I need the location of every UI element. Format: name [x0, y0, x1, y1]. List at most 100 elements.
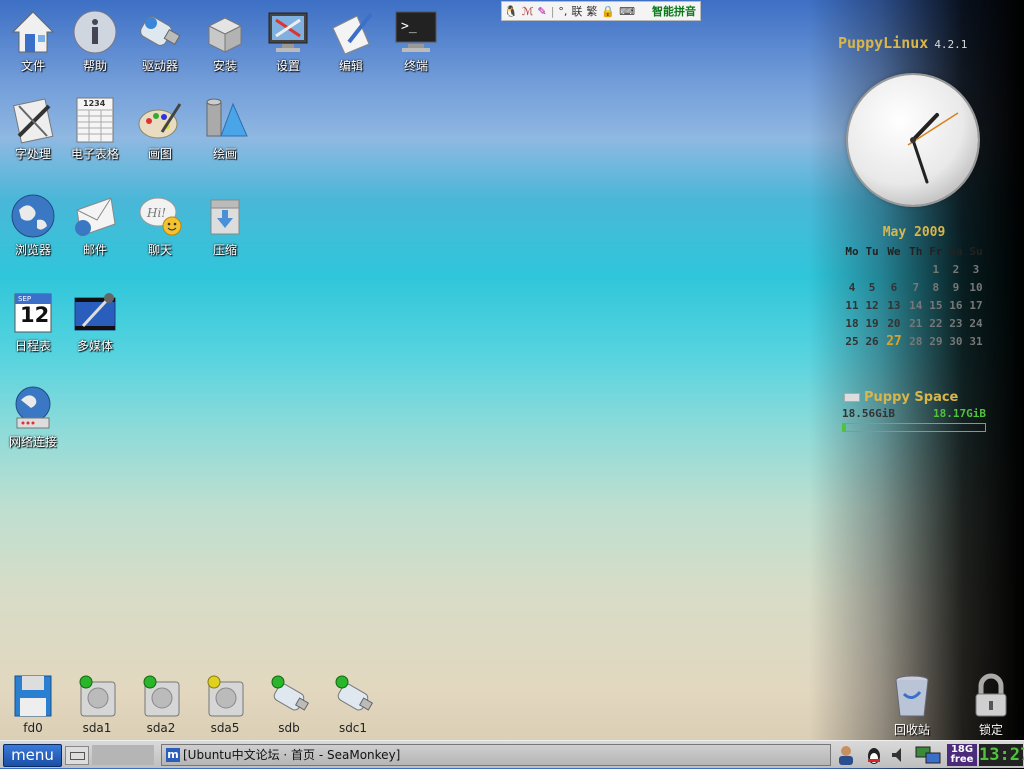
show-desktop-button[interactable] — [65, 746, 89, 765]
weekday: Su — [969, 244, 983, 258]
desktop-icon-file[interactable]: 文件 — [0, 8, 66, 74]
system-tray: 18G free 13:27 — [834, 743, 1024, 767]
svg-text:Hi!: Hi! — [146, 206, 166, 220]
space-title-text: Puppy Space — [864, 390, 959, 405]
brand-name: PuppyLinux — [838, 34, 929, 52]
desktop-icon-help[interactable]: 帮助 — [62, 8, 128, 74]
calendar-day-today: 27 — [886, 333, 902, 349]
calendar-day: 19 — [865, 316, 879, 330]
shapes-icon — [201, 96, 249, 144]
desktop-icon-chat[interactable]: Hi! 聊天 — [127, 192, 193, 258]
padlock-icon — [967, 672, 1015, 720]
ime-char-lian[interactable]: 联 — [569, 3, 584, 19]
usb-drive-icon — [265, 672, 313, 720]
icon-label: 邮件 — [82, 243, 107, 257]
drive-icon-sdb[interactable]: sdb — [256, 672, 322, 735]
desktop-icon-trash[interactable]: 回收站 — [879, 672, 945, 738]
drive-icon-sda1[interactable]: sda1 — [64, 672, 130, 735]
brand-version: 4.2.1 — [934, 38, 968, 51]
calendar-week: 25 26 27 28 29 30 31 — [842, 332, 986, 350]
paper-pen-icon — [327, 8, 375, 56]
drive-icon-sdc1[interactable]: sdc1 — [320, 672, 386, 735]
desktop-icon-word-processor[interactable]: 字处理 — [0, 96, 66, 162]
icon-label: 字处理 — [14, 147, 51, 161]
desktop-icon-calendar[interactable]: SEP 12 日程表 — [0, 288, 66, 354]
lock-icon[interactable]: 🔒 — [599, 5, 617, 18]
desktop-icon-browser[interactable]: 浏览器 — [0, 192, 66, 258]
desktop-icon-mail[interactable]: 邮件 — [62, 192, 128, 258]
calendar-day — [906, 260, 926, 278]
punctuation-icon[interactable]: °, — [556, 5, 569, 18]
calendar-day: 21 — [909, 316, 923, 330]
mode-icon[interactable]: ℳ — [520, 5, 536, 18]
calendar-day: 25 — [845, 334, 859, 348]
calendar-week: 18 19 20 21 22 23 24 — [842, 314, 986, 332]
desktop-icon-multimedia[interactable]: 多媒体 — [62, 288, 128, 354]
calendar-week: 11 12 13 14 15 16 17 — [842, 296, 986, 314]
puppy-brand: PuppyLinux 4.2.1 — [838, 34, 967, 52]
drive-icon-sda5[interactable]: sda5 — [192, 672, 258, 735]
calendar-day: 9 — [952, 280, 960, 294]
drive-icon-fd0[interactable]: fd0 — [0, 672, 66, 735]
taskbar-window-button[interactable]: m [Ubuntu中文论坛 · 首页 - SeaMonkey] — [161, 744, 831, 766]
hard-drive-icon — [201, 672, 249, 720]
icon-label: 锁定 — [978, 723, 1003, 737]
calendar-tile-day: 12 — [20, 303, 50, 327]
qq-penguin-icon[interactable] — [864, 745, 884, 765]
desktop-icon-settings[interactable]: 设置 — [255, 8, 321, 74]
chat-bubble-icon: Hi! — [136, 192, 184, 240]
weekday: Mo — [845, 244, 859, 258]
taskbar-clock[interactable]: 13:27 — [979, 744, 1024, 766]
desktop-icon-install[interactable]: 安装 — [192, 8, 258, 74]
calendar-day: 17 — [969, 298, 983, 312]
calendar-tile-month: SEP — [18, 295, 32, 303]
pen-icon[interactable]: ✎ — [535, 5, 548, 18]
drive-label: sdc1 — [338, 721, 368, 735]
menu-button[interactable]: menu — [3, 744, 62, 767]
desktop-icon-network[interactable]: 网络连接 — [0, 384, 66, 450]
network-status-icon[interactable] — [914, 745, 942, 765]
volume-icon[interactable] — [888, 745, 908, 765]
taskbar-empty-slot — [92, 745, 154, 765]
keyboard-icon[interactable]: ⌨ — [617, 5, 637, 18]
weekday: We — [887, 244, 901, 258]
icon-label: 回收站 — [893, 723, 930, 737]
globe-icon — [9, 192, 57, 240]
calendar-day: 26 — [865, 334, 879, 348]
desktop-icon-lock[interactable]: 锁定 — [958, 672, 1024, 738]
word-processor-icon — [9, 96, 57, 144]
desktop-icon-paint[interactable]: 画图 — [127, 96, 193, 162]
desktop-icon-drives[interactable]: 驱动器 — [127, 8, 193, 74]
desktop-icon-archive[interactable]: 压缩 — [192, 192, 258, 258]
user-icon[interactable] — [836, 745, 856, 765]
icon-label: 浏览器 — [14, 243, 51, 257]
floppy-icon — [9, 672, 57, 720]
calendar-day: 29 — [929, 334, 943, 348]
spreadsheet-tile-text: 1234 — [83, 99, 106, 108]
clock-minute-hand — [911, 138, 929, 184]
calendar-day: 31 — [969, 334, 983, 348]
ime-char-fan[interactable]: 繁 — [584, 3, 599, 19]
desktop-icon-draw[interactable]: 绘画 — [192, 96, 258, 162]
seamonkey-icon: m — [166, 748, 180, 762]
hard-drive-icon — [73, 672, 121, 720]
calendar-day: 2 — [952, 262, 960, 276]
desktop-icon-edit[interactable]: 编辑 — [318, 8, 384, 74]
icon-label: 压缩 — [212, 243, 237, 257]
free-label: free — [950, 754, 974, 765]
icon-label: 网络连接 — [8, 435, 57, 449]
calendar-day: 7 — [912, 280, 920, 294]
ime-toolbar[interactable]: 🐧 ℳ ✎ | °, 联 繁 🔒 ⌨ 智能拼音 — [501, 1, 701, 21]
calendar-weekday-row: Mo Tu We Th Fr Sa Su — [842, 242, 986, 260]
ime-name[interactable]: 智能拼音 — [650, 3, 700, 19]
penguin-icon[interactable]: 🐧 — [502, 5, 520, 18]
svg-text:>_: >_ — [401, 19, 417, 34]
analog-clock — [848, 75, 978, 205]
calendar-day: 3 — [972, 262, 980, 276]
film-microphone-icon — [71, 288, 119, 336]
usb-drive-icon — [136, 8, 184, 56]
drive-icon-sda2[interactable]: sda2 — [128, 672, 194, 735]
desktop-icon-spreadsheet[interactable]: 1234 电子表格 — [62, 96, 128, 162]
desktop-icon-terminal[interactable]: >_ 终端 — [383, 8, 449, 74]
drive-label: fd0 — [23, 721, 43, 735]
